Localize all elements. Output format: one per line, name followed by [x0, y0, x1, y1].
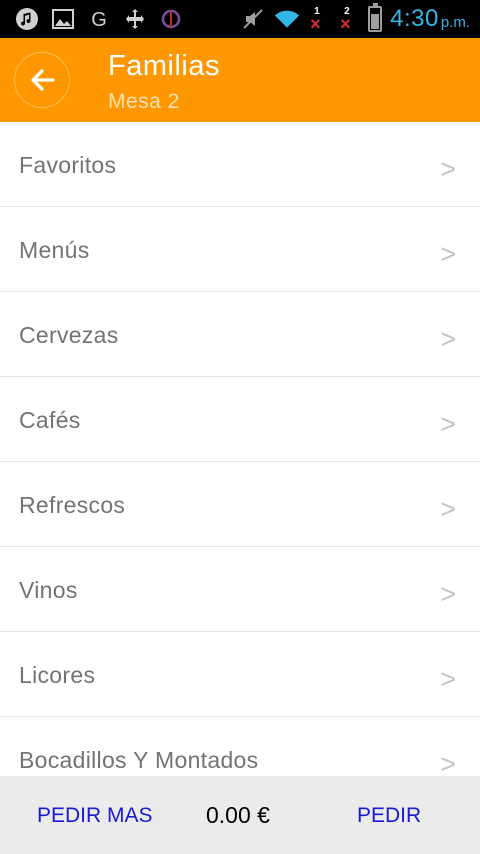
page-subtitle: Mesa 2 — [108, 90, 180, 113]
google-icon: G — [86, 6, 112, 32]
list-item-label: Cafés — [19, 407, 81, 433]
svg-text:G: G — [91, 9, 107, 30]
clock-ampm: p.m. — [440, 13, 470, 31]
sim2-no-signal-icon: 2 × — [338, 4, 360, 34]
battery-icon — [368, 3, 383, 32]
order-button[interactable]: PEDIR — [357, 804, 421, 828]
mute-icon — [240, 6, 266, 32]
chevron-right-icon: > — [440, 749, 456, 776]
list-item-label: Menús — [19, 237, 90, 263]
arrow-left-icon — [31, 69, 55, 91]
list-item-label: Bocadillos Y Montados — [19, 747, 259, 773]
list-item-cervezas[interactable]: Cervezas > — [0, 292, 480, 377]
list-item-label: Refrescos — [19, 492, 126, 518]
image-icon — [50, 6, 76, 32]
order-more-button[interactable]: PEDIR MAS — [37, 804, 153, 828]
back-button[interactable] — [14, 52, 70, 108]
notification-icons: G — [0, 6, 184, 32]
music-note-icon — [14, 6, 40, 32]
system-icons: 1 × 2 × 4:30 p.m. — [240, 0, 470, 38]
chevron-right-icon: > — [440, 324, 456, 354]
order-total: 0.00 € — [206, 802, 270, 828]
app-icon — [158, 6, 184, 32]
clock-time: 4:30 — [390, 5, 439, 32]
list-item-label: Cervezas — [19, 322, 119, 348]
list-item-label: Favoritos — [19, 152, 117, 178]
list-item-cafes[interactable]: Cafés > — [0, 377, 480, 462]
list-item-favoritos[interactable]: Favoritos > — [0, 122, 480, 207]
chevron-right-icon: > — [440, 579, 456, 609]
move-arrows-icon — [122, 6, 148, 32]
sim1-cross-icon: × — [310, 14, 321, 34]
app-bar: Familias Mesa 2 — [0, 38, 480, 122]
family-list: Favoritos > Menús > Cervezas > Cafés > R… — [0, 122, 480, 776]
status-bar: G 1 × 2 × 4:30 p.m. — [0, 0, 480, 38]
list-item-label: Vinos — [19, 577, 78, 603]
chevron-right-icon: > — [440, 494, 456, 524]
chevron-right-icon: > — [440, 154, 456, 184]
chevron-right-icon: > — [440, 664, 456, 694]
sim1-no-signal-icon: 1 × — [308, 4, 330, 34]
list-item-licores[interactable]: Licores > — [0, 632, 480, 717]
list-item-refrescos[interactable]: Refrescos > — [0, 462, 480, 547]
bottom-bar: PEDIR MAS 0.00 € PEDIR — [0, 776, 480, 854]
wifi-icon — [274, 6, 300, 32]
chevron-right-icon: > — [440, 239, 456, 269]
list-item-vinos[interactable]: Vinos > — [0, 547, 480, 632]
list-item-label: Licores — [19, 662, 96, 688]
sim2-cross-icon: × — [340, 14, 351, 34]
chevron-right-icon: > — [440, 409, 456, 439]
list-item-bocadillos[interactable]: Bocadillos Y Montados > — [0, 717, 480, 776]
list-item-menus[interactable]: Menús > — [0, 207, 480, 292]
page-title: Familias — [108, 50, 220, 82]
